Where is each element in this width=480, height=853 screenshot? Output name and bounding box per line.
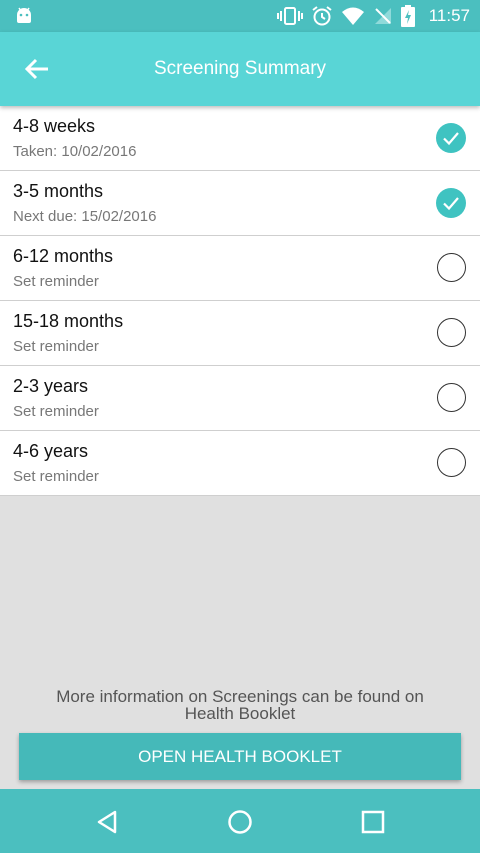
screening-age: 3-5 months — [13, 181, 104, 201]
screening-status: Set reminder — [13, 403, 99, 420]
app-bar: Screening Summary — [0, 32, 480, 106]
screening-status: Next due: 15/02/2016 — [13, 208, 157, 225]
alarm-icon — [312, 6, 332, 26]
status-time: 11:57 — [428, 6, 470, 25]
recents-square-icon[interactable] — [358, 807, 388, 837]
unchecked-circle-icon[interactable] — [437, 383, 466, 412]
checked-circle-icon[interactable] — [436, 123, 466, 153]
vibrate-icon — [276, 7, 303, 25]
screening-age: 4-8 weeks — [13, 116, 96, 136]
unchecked-circle-icon[interactable] — [437, 448, 466, 477]
status-bar: 11:57 — [0, 0, 480, 32]
android-icon — [17, 7, 31, 23]
screening-item[interactable]: 2-3 years Set reminder — [0, 366, 480, 431]
screening-status: Set reminder — [13, 273, 99, 290]
back-triangle-icon[interactable] — [92, 807, 122, 837]
open-health-booklet-button[interactable]: OPEN HEALTH BOOKLET — [19, 733, 461, 780]
screening-status: Set reminder — [13, 338, 99, 355]
screening-age: 15-18 months — [13, 311, 124, 331]
screening-age: 6-12 months — [13, 246, 114, 266]
screening-list: 4-8 weeks Taken: 10/02/2016 3-5 months Next… — [0, 106, 480, 496]
no-signal-icon — [374, 8, 391, 24]
info-text: More information on Screenings can be fo… — [56, 687, 424, 723]
unchecked-circle-icon[interactable] — [437, 253, 466, 282]
screening-status: Taken: 10/02/2016 — [13, 143, 137, 160]
battery-charging-icon — [400, 5, 415, 27]
checked-circle-icon[interactable] — [436, 188, 466, 218]
unchecked-circle-icon[interactable] — [437, 318, 466, 347]
screening-age: 2-3 years — [13, 376, 89, 396]
screening-item[interactable]: 6-12 months Set reminder — [0, 236, 480, 301]
screening-item[interactable]: 15-18 months Set reminder — [0, 301, 480, 366]
home-circle-icon[interactable] — [225, 807, 255, 837]
screening-item[interactable]: 4-8 weeks Taken: 10/02/2016 — [0, 106, 480, 171]
page-title: Screening Summary — [153, 58, 327, 79]
wifi-icon — [341, 7, 364, 25]
screening-item[interactable]: 4-6 years Set reminder — [0, 431, 480, 496]
navigation-bar — [0, 789, 480, 853]
screening-item[interactable]: 3-5 months Next due: 15/02/2016 — [0, 171, 480, 236]
screening-age: 4-6 years — [13, 441, 89, 461]
screening-status: Set reminder — [13, 468, 99, 485]
